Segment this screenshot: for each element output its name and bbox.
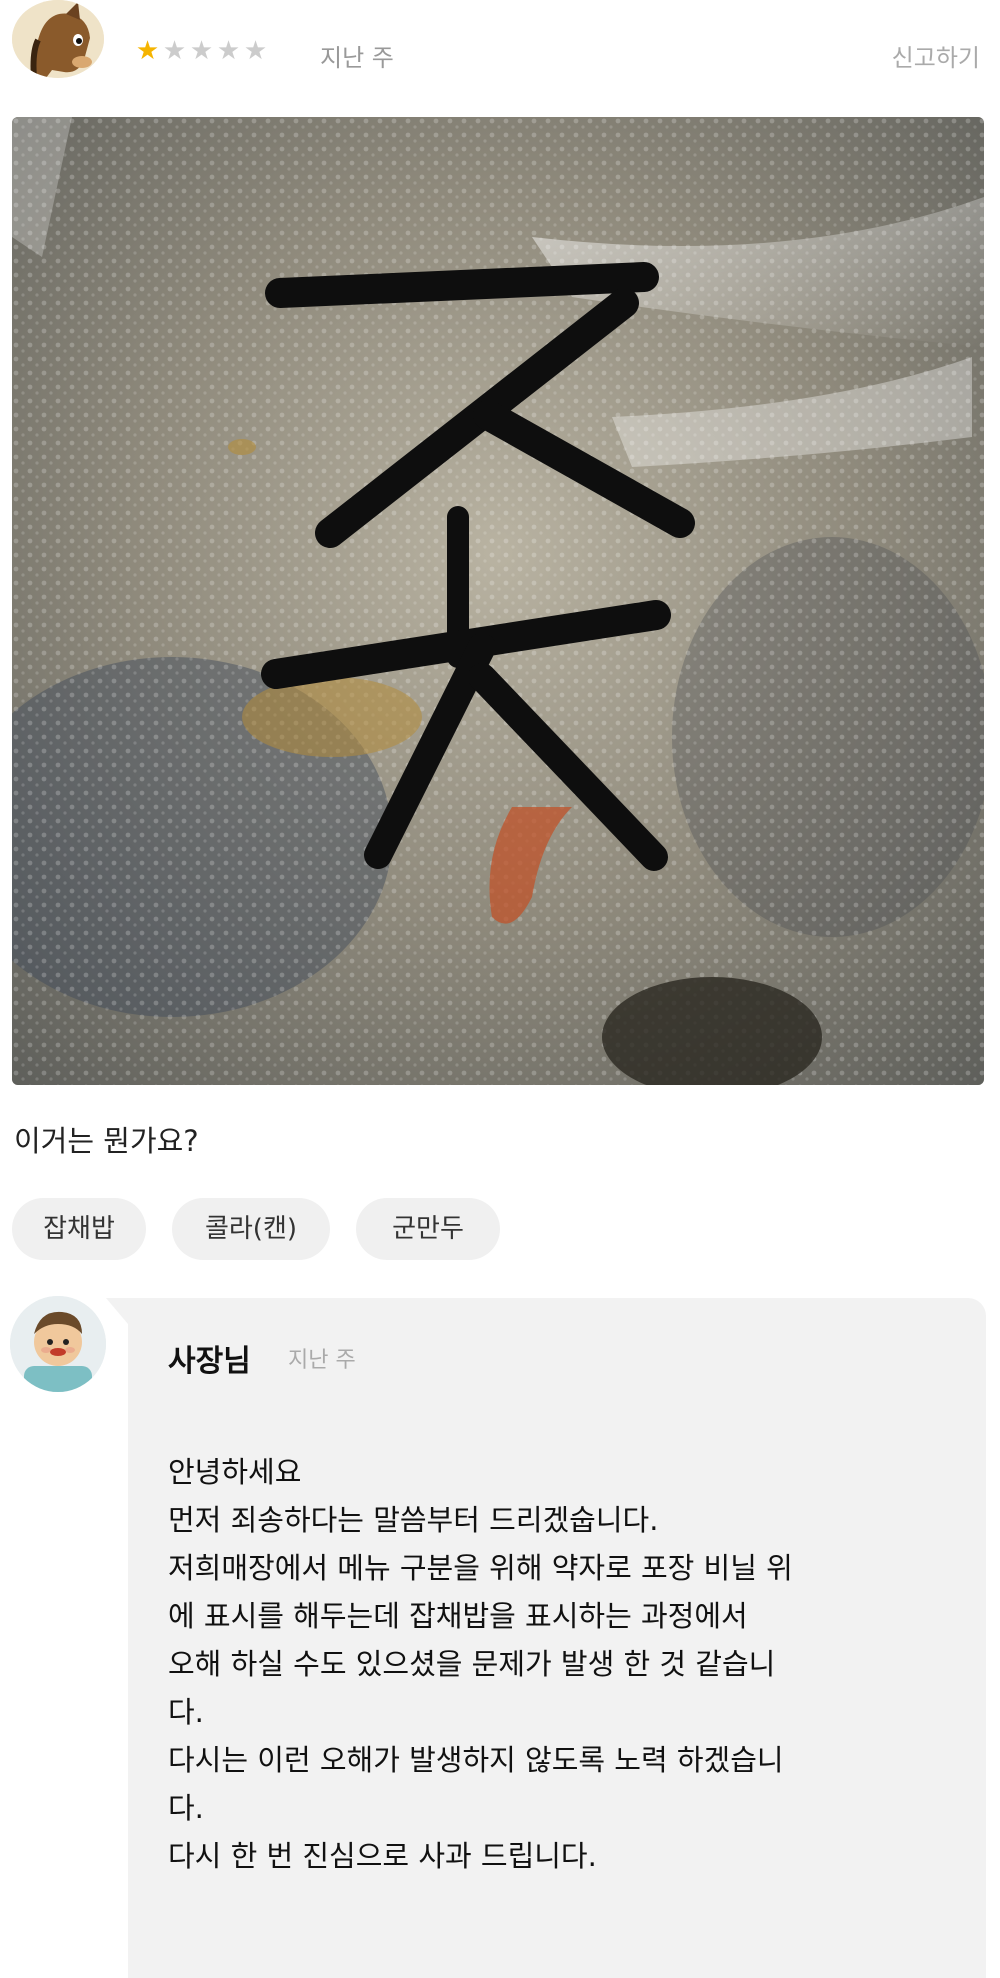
menu-tag[interactable]: 콜라(캔) <box>172 1198 330 1260</box>
review-photo[interactable] <box>12 117 984 1085</box>
review-text: 이거는 뭔가요? <box>14 1124 199 1158</box>
review-header: ★ ★ ★ ★ ★ 지난 주 신고하기 <box>0 0 1000 100</box>
reply-line: 저희매장에서 메뉴 구분을 위해 약자로 포장 비닐 위 <box>168 1551 793 1585</box>
reply-line: 먼저 죄송하다는 말씀부터 드리겠숩니다. <box>168 1503 659 1537</box>
owner-reply-date: 지난 주 <box>288 1348 356 1373</box>
star-empty-icon: ★ <box>162 36 187 66</box>
star-empty-icon: ★ <box>243 36 268 66</box>
report-link[interactable]: 신고하기 <box>892 38 980 73</box>
reply-line: 다시는 이런 오해가 발생하지 않도록 노력 하겠습니 <box>168 1743 784 1777</box>
star-empty-icon: ★ <box>189 36 214 66</box>
menu-tag[interactable]: 군만두 <box>356 1198 500 1260</box>
reply-line: 에 표시를 해두는데 잡채밥을 표시하는 과정에서 <box>168 1599 748 1633</box>
star-rating: ★ ★ ★ ★ ★ <box>134 36 269 66</box>
owner-reply-text: 안녕하세요 먼저 죄송하다는 말씀부터 드리겠숩니다. 저희매장에서 메뉴 구분… <box>168 1448 958 1880</box>
star-empty-icon: ★ <box>216 36 241 66</box>
review-date: 지난 주 <box>320 44 394 72</box>
owner-avatar[interactable] <box>10 1296 106 1392</box>
reply-line: 다. <box>168 1791 204 1825</box>
reply-line: 안녕하세요 <box>168 1455 302 1489</box>
owner-name: 사장님 <box>168 1344 251 1379</box>
star-filled-icon: ★ <box>135 36 160 66</box>
menu-tag[interactable]: 잡채밥 <box>12 1198 146 1260</box>
owner-reply-bubble: 사장님 지난 주 안녕하세요 먼저 죄송하다는 말씀부터 드리겠숩니다. 저희매… <box>106 1298 986 1978</box>
reply-line: 다. <box>168 1695 204 1729</box>
reply-line: 다시 한 번 진심으로 사과 드립니다. <box>168 1839 597 1873</box>
reply-line: 오해 하실 수도 있으셨을 문제가 발생 한 것 같습니 <box>168 1647 776 1681</box>
reviewer-avatar[interactable] <box>12 0 104 78</box>
